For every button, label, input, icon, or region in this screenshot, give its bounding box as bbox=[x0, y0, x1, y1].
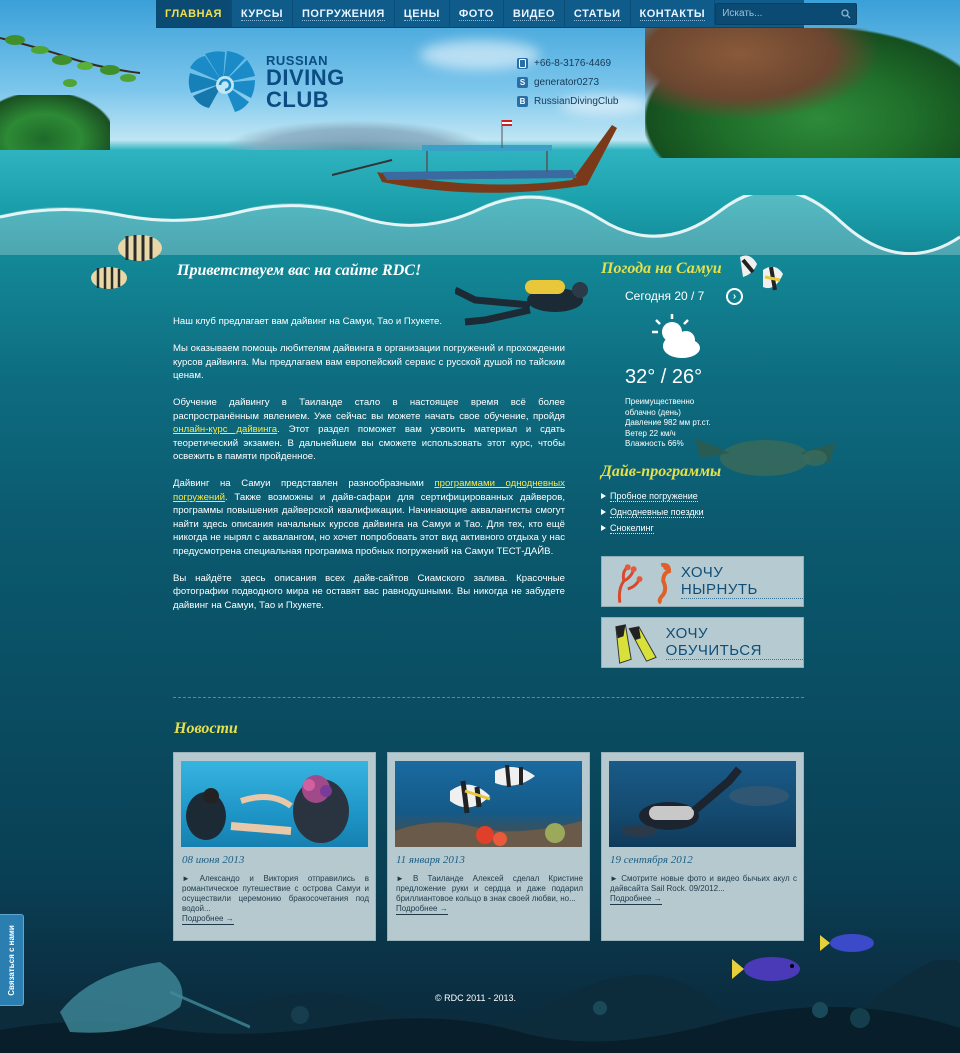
article-paragraph: Дайвинг на Самуи представлен разнообразн… bbox=[173, 478, 565, 557]
angelfish-decoration bbox=[118, 235, 162, 261]
nav-item-contacts[interactable]: КОНТАКТЫ bbox=[631, 0, 716, 27]
copyright: © RDC 2011 - 2013. bbox=[435, 993, 517, 1003]
program-item[interactable]: Однодневные поездки bbox=[601, 506, 704, 522]
news-card: 08 июня 2013 ► Александо и Виктория отпр… bbox=[173, 752, 376, 941]
island-right bbox=[645, 28, 960, 158]
want-to-learn-button[interactable]: ХОЧУ ОБУЧИТЬСЯ bbox=[601, 617, 804, 668]
search-input[interactable] bbox=[716, 8, 837, 19]
angelfish-decoration bbox=[91, 267, 127, 289]
nav-item-articles[interactable]: СТАТЬИ bbox=[565, 0, 631, 27]
program-item[interactable]: Пробное погружение bbox=[601, 490, 704, 506]
weather-details: Преимущественно облачно (день) Давление … bbox=[625, 397, 711, 450]
contact-us-label: Связаться с нами bbox=[7, 924, 17, 996]
want-to-dive-button[interactable]: ХОЧУ НЫРНУТЬ bbox=[601, 556, 804, 607]
weather-detail-line: Давление 982 мм рт.ст. bbox=[625, 418, 711, 427]
partly-cloudy-icon bbox=[652, 314, 700, 358]
nav-item-photo[interactable]: ФОТО bbox=[450, 0, 504, 27]
next-day-arrow-icon[interactable]: › bbox=[726, 288, 743, 305]
blue-tang-decoration bbox=[820, 934, 874, 952]
site-logo[interactable]: RUSSIAN DIVING CLUB bbox=[185, 45, 375, 120]
dive-programs-title: Дайв-программы bbox=[601, 463, 722, 480]
news-text: ► В Таиланде Алексей сделал Кристине пре… bbox=[396, 874, 583, 915]
main-nav: ГЛАВНАЯ КУРСЫ ПОГРУЖЕНИЯ ЦЕНЫ ФОТО ВИДЕО… bbox=[156, 0, 858, 28]
nav-item-prices[interactable]: ЦЕНЫ bbox=[395, 0, 450, 27]
news-date: 11 января 2013 bbox=[396, 854, 465, 866]
news-image[interactable] bbox=[181, 761, 368, 847]
fins-icon bbox=[615, 623, 657, 664]
news-date: 08 июня 2013 bbox=[182, 854, 245, 866]
stingray-decoration bbox=[60, 962, 250, 1033]
news-text: ► Александо и Виктория отправились в ром… bbox=[182, 874, 369, 925]
weather-detail-line: Преимущественно bbox=[625, 397, 695, 406]
weather-title: Погода на Самуи bbox=[601, 260, 722, 277]
welcome-title: Приветствуем вас на сайте RDC! bbox=[177, 262, 422, 279]
contacts-block: +66-8-3176-4469 S generator0273 B Russia… bbox=[517, 54, 618, 111]
program-item[interactable]: Снокелинг bbox=[601, 522, 704, 538]
weather-detail-line: Ветер 22 км/ч bbox=[625, 428, 676, 438]
search-icon[interactable] bbox=[836, 4, 856, 24]
butterflyfish-decoration bbox=[740, 255, 783, 291]
contact-vk-text: RussianDivingClub bbox=[534, 96, 619, 107]
contact-phone-text: +66-8-3176-4469 bbox=[534, 58, 612, 69]
news-date: 19 сентября 2012 bbox=[610, 854, 693, 866]
news-image[interactable] bbox=[609, 761, 796, 847]
longtail-boat-image bbox=[332, 120, 617, 193]
nav-item-video[interactable]: ВИДЕО bbox=[504, 0, 565, 27]
blue-tang-decoration bbox=[732, 957, 800, 981]
article-paragraph: Вы найдёте здесь описания всех дайв-сайт… bbox=[173, 572, 565, 611]
tree-branch-decoration bbox=[0, 35, 141, 87]
article-paragraph: Мы оказываем помощь любителям дайвинга в… bbox=[173, 343, 565, 381]
weather-date: Сегодня 20 / 7 bbox=[625, 289, 705, 303]
online-course-link[interactable]: онлайн-курс дайвинга bbox=[173, 424, 277, 435]
contact-vk[interactable]: B RussianDivingClub bbox=[517, 92, 618, 111]
news-excerpt: ► Александо и Виктория отправились в ром… bbox=[182, 874, 369, 913]
island-left bbox=[0, 95, 110, 150]
news-title: Новости bbox=[174, 720, 238, 737]
vk-icon: B bbox=[517, 96, 528, 107]
welcome-article: Наш клуб предлагает вам дайвинг на Самуи… bbox=[173, 315, 565, 626]
news-excerpt: ► Смотрите новые фото и видео бычьих аку… bbox=[610, 874, 797, 893]
news-card: 19 сентября 2012 ► Смотрите новые фото и… bbox=[601, 752, 804, 941]
read-more-link[interactable]: Подробнее → bbox=[182, 914, 234, 925]
article-paragraph: Наш клуб предлагает вам дайвинг на Самуи… bbox=[173, 316, 443, 327]
search-box bbox=[715, 2, 858, 25]
temperature: 32° / 26° bbox=[625, 366, 703, 388]
want-to-dive-label: ХОЧУ НЫРНУТЬ bbox=[680, 564, 803, 599]
read-more-link[interactable]: Подробнее → bbox=[610, 894, 662, 905]
weather-detail-line: Влажность 66% bbox=[625, 439, 684, 448]
logo-text-club: CLUB bbox=[266, 87, 330, 112]
shell-logo-icon bbox=[188, 50, 255, 112]
news-image[interactable] bbox=[395, 761, 582, 847]
news-excerpt: ► В Таиланде Алексей сделал Кристине пре… bbox=[396, 874, 583, 903]
read-more-link[interactable]: Подробнее → bbox=[396, 904, 448, 915]
seahorse-coral-icon bbox=[617, 562, 672, 604]
phone-icon bbox=[517, 58, 528, 69]
nav-item-dives[interactable]: ПОГРУЖЕНИЯ bbox=[293, 0, 395, 27]
section-divider bbox=[173, 697, 804, 698]
nav-item-home[interactable]: ГЛАВНАЯ bbox=[156, 0, 232, 27]
nav-item-courses[interactable]: КУРСЫ bbox=[232, 0, 293, 27]
contact-skype-text: generator0273 bbox=[534, 77, 600, 88]
article-paragraph: Обучение дайвингу в Таиланде стало в нас… bbox=[173, 397, 565, 462]
logo-text-diving: DIVING bbox=[266, 65, 345, 90]
dive-programs-list: Пробное погружение Однодневные поездки С… bbox=[601, 490, 704, 538]
contact-us-tab[interactable]: Связаться с нами bbox=[0, 914, 24, 1006]
news-card: 11 января 2013 ► В Таиланде Алексей сдел… bbox=[387, 752, 590, 941]
contact-skype[interactable]: S generator0273 bbox=[517, 73, 618, 92]
news-text: ► Смотрите новые фото и видео бычьих аку… bbox=[610, 874, 797, 905]
want-to-learn-label: ХОЧУ ОБУЧИТЬСЯ bbox=[665, 625, 803, 660]
weather-detail-line: облачно (день) bbox=[625, 407, 681, 417]
contact-phone: +66-8-3176-4469 bbox=[517, 54, 618, 73]
skype-icon: S bbox=[517, 77, 528, 88]
